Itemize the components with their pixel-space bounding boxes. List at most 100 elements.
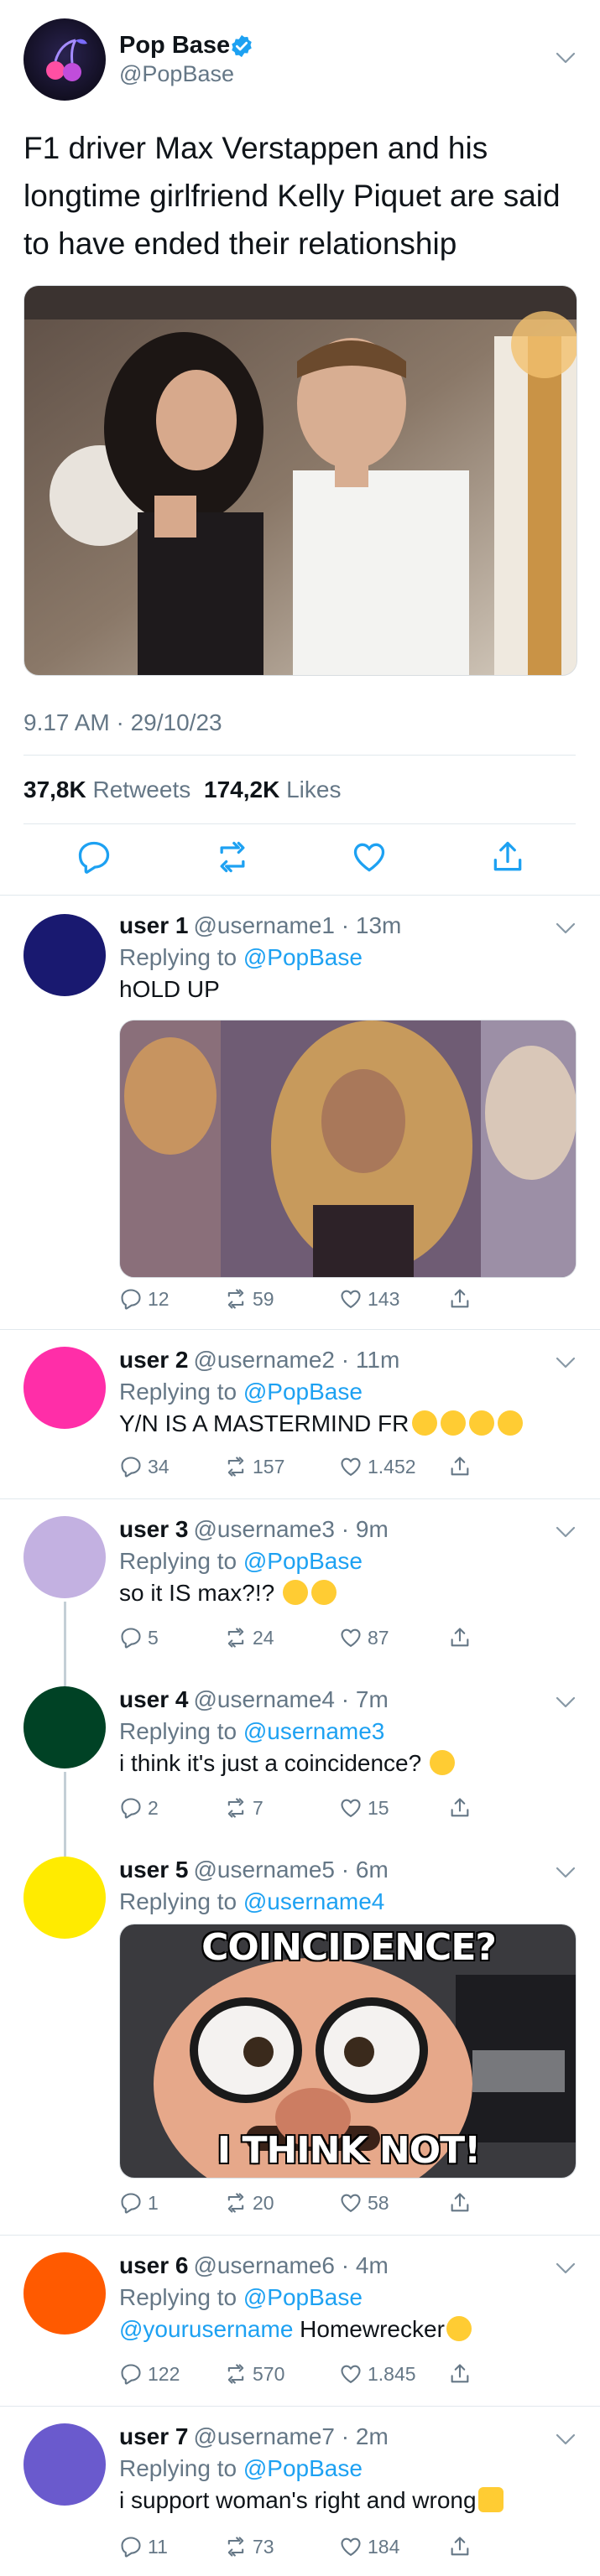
reply-action-bar: 12 59 143 (119, 1285, 488, 1313)
replying-to-link[interactable]: @username4 (243, 1888, 385, 1914)
like-button[interactable]: 87 (339, 1623, 389, 1652)
reply-tweet: user 5 @username5 · 6m Replying to @usern… (0, 1840, 600, 2236)
reply-button[interactable]: 34 (119, 1452, 170, 1481)
share-button[interactable] (448, 1794, 477, 1822)
reply-count: 11 (148, 2535, 168, 2558)
retweet-button[interactable]: 570 (224, 2360, 284, 2388)
share-button[interactable] (448, 2532, 477, 2561)
avatar[interactable] (23, 2423, 106, 2506)
reply-gif[interactable] (119, 1020, 577, 1278)
reply-action-bar: 5 24 87 (119, 1623, 488, 1652)
reply-icon (119, 1455, 143, 1478)
replying-prefix: Replying to (119, 1379, 243, 1405)
thread-connector (64, 1602, 66, 1670)
like-button[interactable]: 1.452 (339, 1452, 416, 1481)
reply-button[interactable]: 11 (119, 2532, 168, 2561)
avatar[interactable] (23, 1857, 106, 1939)
reply-action-bar: 1 20 58 (119, 2189, 488, 2217)
tweet-photo[interactable] (23, 285, 577, 676)
reply-author[interactable]: user 2 @username2 · 11m (119, 1347, 399, 1374)
reply-author[interactable]: user 5 @username5 · 6m (119, 1857, 389, 1883)
account-name[interactable]: Pop Base (119, 32, 230, 60)
like-icon[interactable] (351, 839, 388, 875)
retweet-button[interactable]: 59 (224, 1285, 274, 1313)
reply-button[interactable]: 1 (119, 2189, 159, 2217)
retweets-label[interactable]: Retweets (93, 776, 191, 802)
popbase-avatar[interactable] (23, 18, 106, 101)
share-icon[interactable] (489, 839, 526, 875)
mention-link[interactable]: @yourusername (119, 2316, 293, 2342)
replying-prefix: Replying to (119, 1548, 243, 1574)
share-icon (448, 1626, 472, 1649)
chevron-down-icon[interactable] (556, 52, 576, 64)
reply-button[interactable]: 2 (119, 1794, 159, 1822)
chevron-down-icon[interactable] (556, 2262, 576, 2274)
retweet-icon[interactable] (214, 839, 251, 875)
avatar[interactable] (23, 914, 106, 996)
share-button[interactable] (448, 1285, 477, 1313)
crying-emoji-icon (283, 1580, 309, 1605)
retweets-count[interactable]: 37,8K (23, 776, 86, 802)
replying-to-link[interactable]: @PopBase (243, 944, 363, 970)
retweet-button[interactable]: 20 (224, 2189, 274, 2217)
replying-to-link[interactable]: @PopBase (243, 1548, 363, 1574)
chevron-down-icon[interactable] (556, 922, 576, 934)
retweet-button[interactable]: 157 (224, 1452, 284, 1481)
reply-count: 12 (148, 1287, 170, 1310)
chevron-down-icon[interactable] (556, 2433, 576, 2445)
like-count: 184 (368, 2535, 400, 2558)
reply-tweet: user 6 @username6 · 4m Replying to @PopBa… (0, 2236, 600, 2407)
replying-to-link[interactable]: @username3 (243, 1718, 385, 1744)
reply-icon[interactable] (76, 839, 112, 875)
reply-button[interactable]: 5 (119, 1623, 159, 1652)
avatar[interactable] (23, 2252, 106, 2334)
chevron-down-icon[interactable] (556, 1526, 576, 1538)
like-button[interactable]: 58 (339, 2189, 389, 2217)
replying-to: Replying to @PopBase (119, 1548, 363, 1575)
share-button[interactable] (448, 2360, 477, 2388)
chevron-down-icon[interactable] (556, 1867, 576, 1878)
thread-connector (64, 1772, 66, 1840)
retweet-icon (224, 1796, 248, 1820)
reply-author[interactable]: user 3 @username3 · 9m (119, 1516, 389, 1543)
share-button[interactable] (448, 2189, 477, 2217)
reply-text: @yourusername Homewrecker (119, 2316, 472, 2343)
account-handle[interactable]: @PopBase (119, 61, 234, 87)
like-button[interactable]: 15 (339, 1794, 389, 1822)
replying-to-link[interactable]: @PopBase (243, 2284, 363, 2310)
reply-action-bar: 2 7 15 (119, 1794, 488, 1822)
retweet-button[interactable]: 73 (224, 2532, 274, 2561)
retweet-count: 570 (253, 2362, 285, 2385)
likes-count[interactable]: 174,2K (204, 776, 279, 802)
reply-action-bar: 122 570 1.845 (119, 2360, 488, 2388)
avatar[interactable] (23, 1516, 106, 1598)
yawning-emoji-icon (446, 2316, 472, 2341)
share-button[interactable] (448, 1452, 477, 1481)
reply-author[interactable]: user 7 @username7 · 2m (119, 2423, 389, 2450)
reply-meme-image[interactable]: COINCIDENCE? I THINK NOT! (119, 1924, 577, 2179)
reply-author[interactable]: user 4 @username4 · 7m (119, 1686, 389, 1713)
reply-author[interactable]: user 6 @username6 · 4m (119, 2252, 389, 2279)
share-button[interactable] (448, 1623, 477, 1652)
likes-label[interactable]: Likes (286, 776, 341, 802)
reply-author[interactable]: user 1 @username1 · 13m (119, 912, 401, 939)
reply-button[interactable]: 12 (119, 1285, 170, 1313)
like-button[interactable]: 184 (339, 2532, 399, 2561)
retweet-button[interactable]: 24 (224, 1623, 274, 1652)
reply-button[interactable]: 122 (119, 2360, 180, 2388)
reply-icon (119, 1796, 143, 1820)
avatar[interactable] (23, 1686, 106, 1768)
replying-to-link[interactable]: @PopBase (243, 2455, 363, 2481)
avatar[interactable] (23, 1347, 106, 1429)
retweet-button[interactable]: 7 (224, 1794, 263, 1822)
retweet-icon (224, 1455, 248, 1478)
chevron-down-icon[interactable] (556, 1696, 576, 1708)
retweet-count: 7 (253, 1796, 263, 1819)
reply-tweet: user 3 @username3 · 9m Replying to @PopBa… (0, 1499, 600, 1670)
like-button[interactable]: 1.845 (339, 2360, 416, 2388)
tweet-timestamp: 9.17 AM · 29/10/23 (23, 709, 222, 735)
chevron-down-icon[interactable] (556, 1357, 576, 1368)
share-icon (448, 2191, 472, 2215)
replying-to-link[interactable]: @PopBase (243, 1379, 363, 1405)
like-button[interactable]: 143 (339, 1285, 399, 1313)
